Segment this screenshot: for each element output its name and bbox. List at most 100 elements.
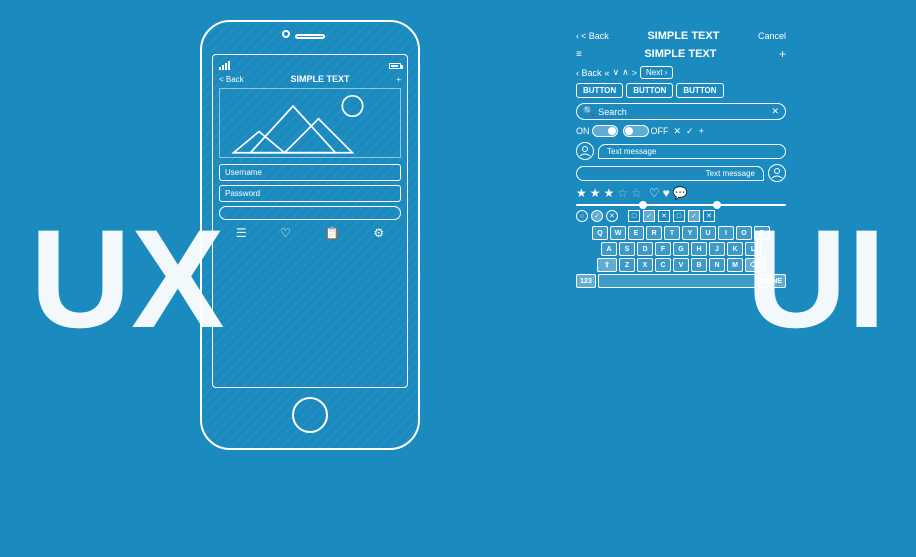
kb-u[interactable]: U (700, 226, 716, 240)
kb-b[interactable]: B (691, 258, 707, 272)
nav-chevron-right-icon: > (632, 68, 637, 78)
toggle-off-label: OFF (651, 126, 669, 136)
kb-m[interactable]: M (727, 258, 743, 272)
ui-components-panel: ‹ < Back SIMPLE TEXT Cancel ≡ SIMPLE TEX… (576, 30, 786, 290)
kb-y[interactable]: Y (682, 226, 698, 240)
nav-up-btn[interactable]: ∧ (622, 67, 629, 78)
circle-empty-1[interactable]: ○ (576, 210, 588, 222)
phone-status-bar (219, 61, 401, 70)
avatar-1 (576, 142, 594, 160)
kb-h[interactable]: H (691, 242, 707, 256)
ui-checkboxes-row: ○ ✓ ✕ □ ✓ ✕ □ ✓ ✕ (576, 210, 786, 222)
kb-g[interactable]: G (673, 242, 689, 256)
phone-screen: < Back SIMPLE TEXT + Username (212, 54, 408, 388)
square-x-2[interactable]: ✕ (703, 210, 715, 222)
ui-nav-bar: ‹ Back « ∨ ∧ > Next › (576, 66, 786, 79)
phone-bottom-nav: ☰ ♡ 📋 ⚙ (219, 226, 401, 240)
heart-filled[interactable]: ♥ (663, 186, 670, 200)
star-3[interactable]: ★ (604, 186, 615, 200)
ui-search-bar[interactable]: 🔍 Search ✕ (576, 103, 786, 120)
slider-track[interactable] (576, 204, 786, 206)
nav-next-btn[interactable]: Next › (640, 66, 673, 79)
search-clear-btn[interactable]: ✕ (771, 106, 779, 117)
toggle-on[interactable]: ON (576, 125, 618, 137)
toggle-on-label: ON (576, 126, 590, 136)
kb-numbers[interactable]: 123 (576, 274, 596, 288)
toggle-cross-icon: ✕ (674, 126, 682, 137)
kb-v[interactable]: V (673, 258, 689, 272)
kb-done[interactable]: DONE (758, 274, 786, 288)
phone-nav-title: SIMPLE TEXT (291, 74, 350, 84)
square-x-1[interactable]: ✕ (658, 210, 670, 222)
kb-x[interactable]: X (637, 258, 653, 272)
square-check-1[interactable]: ✓ (643, 210, 655, 222)
nav-back-btn[interactable]: ‹ Back (576, 68, 602, 78)
kb-q[interactable]: Q (592, 226, 608, 240)
kb-i[interactable]: I (718, 226, 734, 240)
phone-signal (219, 61, 230, 70)
kb-p[interactable]: P (754, 226, 770, 240)
phone-username-input[interactable]: Username (219, 164, 401, 181)
nav-down-btn[interactable]: ∨ (613, 67, 620, 78)
square-empty-2[interactable]: □ (673, 210, 685, 222)
ui-cancel-btn[interactable]: Cancel (758, 31, 786, 41)
heart-empty[interactable]: ♡ (649, 186, 660, 200)
ui-slider-row[interactable] (576, 204, 786, 206)
slider-thumb-1[interactable] (639, 201, 647, 209)
kb-w[interactable]: W (610, 226, 626, 240)
circle-check-1[interactable]: ✓ (591, 210, 603, 222)
kb-space[interactable] (598, 274, 756, 288)
star-5[interactable]: ☆ (631, 186, 642, 200)
kb-delete[interactable]: ⌫ (745, 258, 765, 272)
square-check-2[interactable]: ✓ (688, 210, 700, 222)
kb-row-2: A S D F G H J K L (576, 242, 786, 256)
nav-prev-prev-btn[interactable]: « (605, 68, 610, 78)
search-icon: 🔍 (583, 106, 594, 117)
phone-login-button[interactable] (219, 206, 401, 220)
chat-row-1: Text message (576, 142, 786, 160)
star-1[interactable]: ★ (576, 186, 587, 200)
kb-j[interactable]: J (709, 242, 725, 256)
phone-home-button[interactable] (292, 397, 328, 433)
phone-password-input[interactable]: Password (219, 185, 401, 202)
kb-r[interactable]: R (646, 226, 662, 240)
kb-f[interactable]: F (655, 242, 671, 256)
toggle-off[interactable]: OFF (623, 125, 669, 137)
chat-icon[interactable]: 💬 (673, 186, 688, 200)
ui-button-1[interactable]: BUTTON (576, 83, 623, 98)
square-empty-1[interactable]: □ (628, 210, 640, 222)
hamburger-menu-icon[interactable]: ≡ (576, 49, 582, 60)
ui-button-3[interactable]: BUTTON (676, 83, 723, 98)
toggle-plus-icon[interactable]: + (699, 126, 704, 136)
kb-c[interactable]: C (655, 258, 671, 272)
phone-nav-bar: < Back SIMPLE TEXT + (219, 74, 401, 84)
kb-e[interactable]: E (628, 226, 644, 240)
toggle-on-pill[interactable] (592, 125, 618, 137)
circle-x-1[interactable]: ✕ (606, 210, 618, 222)
phone-heart-icon[interactable]: ♡ (280, 226, 291, 240)
kb-n[interactable]: N (709, 258, 725, 272)
ui-button-2[interactable]: BUTTON (626, 83, 673, 98)
star-2[interactable]: ★ (590, 186, 601, 200)
phone-plus-btn[interactable]: + (396, 75, 401, 84)
phone-back-btn[interactable]: < Back (219, 75, 244, 84)
kb-z[interactable]: Z (619, 258, 635, 272)
phone-settings-icon[interactable]: ⚙ (373, 226, 384, 240)
slider-thumb-2[interactable] (713, 201, 721, 209)
phone-list-icon[interactable]: 📋 (325, 226, 340, 240)
ui-back-btn-1[interactable]: ‹ < Back (576, 31, 609, 41)
kb-l[interactable]: L (745, 242, 761, 256)
kb-k[interactable]: K (727, 242, 743, 256)
star-4[interactable]: ☆ (617, 186, 628, 200)
kb-s[interactable]: S (619, 242, 635, 256)
kb-a[interactable]: A (601, 242, 617, 256)
ui-plus-btn[interactable]: + (779, 47, 786, 61)
kb-o[interactable]: O (736, 226, 752, 240)
kb-d[interactable]: D (637, 242, 653, 256)
phone-menu-icon[interactable]: ☰ (236, 226, 247, 240)
kb-shift[interactable]: ⇧ (597, 258, 617, 272)
kb-row-1: Q W E R T Y U I O P (576, 226, 786, 240)
toggle-off-pill[interactable] (623, 125, 649, 137)
phone-speaker (295, 34, 325, 39)
kb-t[interactable]: T (664, 226, 680, 240)
